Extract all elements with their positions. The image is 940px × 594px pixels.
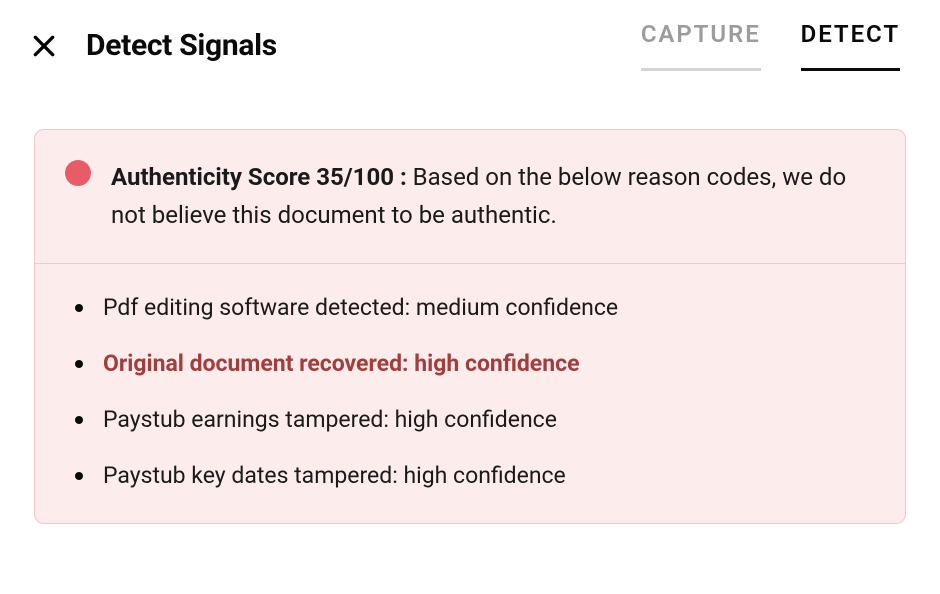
reason-item: Pdf editing software detected: medium co… <box>75 292 905 324</box>
score-summary: Authenticity Score 35/100 : Based on the… <box>111 158 875 235</box>
score-label: Authenticity Score 35/100 : <box>111 163 407 191</box>
header-left: Detect Signals <box>30 28 277 63</box>
bullet-icon <box>75 360 83 368</box>
reason-text: Pdf editing software detected: medium co… <box>103 292 618 324</box>
reason-item: Paystub earnings tampered: high confiden… <box>75 404 905 436</box>
bullet-icon <box>75 416 83 424</box>
panel-head: Authenticity Score 35/100 : Based on the… <box>35 130 905 264</box>
reason-text: Paystub key dates tampered: high confide… <box>103 460 566 492</box>
tab-capture[interactable]: CAPTURE <box>641 20 761 71</box>
bullet-icon <box>75 472 83 480</box>
header: Detect Signals CAPTURE DETECT <box>0 0 940 71</box>
status-dot-icon <box>65 160 91 186</box>
tab-detect[interactable]: DETECT <box>801 20 900 71</box>
authenticity-panel: Authenticity Score 35/100 : Based on the… <box>34 129 906 524</box>
reason-text: Original document recovered: high confid… <box>103 348 580 380</box>
reason-item: Paystub key dates tampered: high confide… <box>75 460 905 492</box>
close-button[interactable] <box>30 32 58 60</box>
page-title: Detect Signals <box>86 28 277 63</box>
bullet-icon <box>75 304 83 312</box>
reason-text: Paystub earnings tampered: high confiden… <box>103 404 557 436</box>
reason-list: Pdf editing software detected: medium co… <box>35 264 905 523</box>
reason-item: Original document recovered: high confid… <box>75 348 905 380</box>
tabs: CAPTURE DETECT <box>641 20 910 71</box>
close-icon <box>31 33 57 59</box>
